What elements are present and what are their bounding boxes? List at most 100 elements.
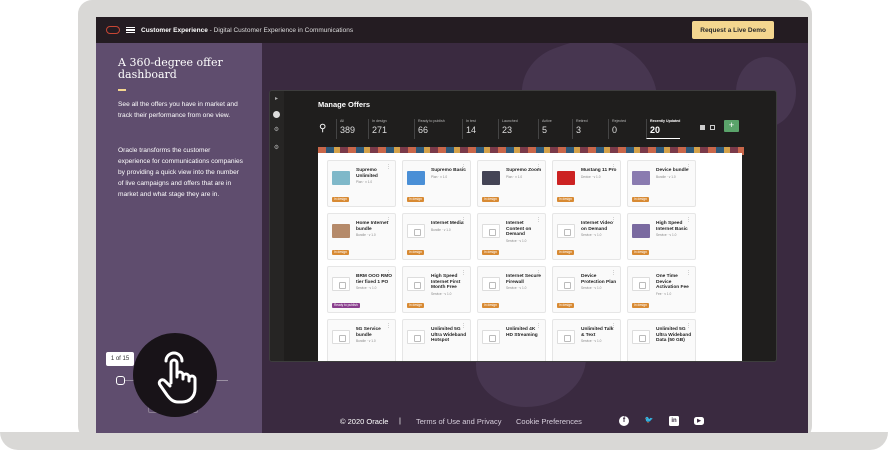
offer-thumbnail bbox=[632, 330, 650, 344]
offer-card[interactable]: Supremo Unlimited Plan · v 1.0 ⋮ In design bbox=[327, 160, 396, 207]
status-filter-8[interactable]: Recently Updated 20 bbox=[646, 119, 681, 139]
status-filter-5[interactable]: Active 5 bbox=[538, 119, 552, 139]
offer-card[interactable]: Internet Secure Firewall Service · v 1.0 ⋮… bbox=[477, 266, 546, 313]
panel-paragraph: See all the offers you have in market an… bbox=[118, 101, 238, 119]
add-offer-button[interactable]: + bbox=[724, 120, 739, 132]
twitter-icon[interactable]: 🐦 bbox=[644, 416, 654, 426]
more-options-icon[interactable]: ⋮ bbox=[386, 164, 391, 170]
grid-view-icon[interactable] bbox=[700, 125, 705, 130]
offer-thumbnail bbox=[632, 224, 650, 238]
more-options-icon[interactable]: ⋮ bbox=[386, 323, 391, 329]
offer-name: Internet Secure Firewall Service · v 1.0 bbox=[506, 274, 541, 291]
list-view-icon[interactable] bbox=[710, 125, 715, 130]
offer-meta: Service · v 1.0 bbox=[506, 238, 527, 243]
more-options-icon[interactable]: ⋮ bbox=[386, 270, 391, 276]
more-options-icon[interactable]: ⋮ bbox=[461, 164, 466, 170]
progress-dot[interactable] bbox=[116, 376, 125, 385]
status-filter-7[interactable]: Rejected 0 bbox=[608, 119, 626, 139]
tap-hint bbox=[133, 333, 217, 417]
settings-icon[interactable]: ⚙ bbox=[273, 127, 280, 134]
status-filter-6[interactable]: Retired 3 bbox=[572, 119, 588, 139]
offer-card[interactable]: Unlimited 5G Ultra Wideband Hotspot ⋮ bbox=[402, 319, 471, 361]
status-badge: In design bbox=[482, 250, 499, 255]
more-options-icon[interactable]: ⋮ bbox=[686, 217, 691, 223]
offer-name: Internet Content on Demand Service · v 1.… bbox=[506, 221, 542, 244]
more-options-icon[interactable]: ⋮ bbox=[611, 217, 616, 223]
offer-thumbnail bbox=[557, 330, 575, 344]
expand-icon[interactable]: ▸ bbox=[273, 96, 280, 103]
offer-card[interactable]: Internet Content on Demand Service · v 1.… bbox=[477, 213, 546, 260]
terms-link[interactable]: Terms of Use and Privacy bbox=[416, 417, 501, 426]
offer-meta: Service · v 1.0 bbox=[581, 233, 602, 238]
more-options-icon[interactable]: ⋮ bbox=[536, 270, 541, 276]
offer-card[interactable]: High Speed Internet First Month Free Serv… bbox=[402, 266, 471, 313]
offer-card[interactable]: Internet Video on Demand Service · v 1.0 ⋮… bbox=[552, 213, 621, 260]
offer-name: High Speed Internet Basic Service · v 1.0 bbox=[656, 221, 692, 239]
hamburger-menu-icon[interactable] bbox=[126, 26, 135, 34]
offer-thumbnail bbox=[407, 224, 425, 238]
offer-name: 5G Service bundle Bundle · v 1.0 bbox=[356, 327, 392, 345]
top-nav: Customer Experience - Digital Customer E… bbox=[96, 17, 808, 43]
search-icon[interactable]: ⚲ bbox=[319, 123, 326, 134]
offer-card[interactable]: Unlimited Talk & Text Service · v 1.0 ⋮ bbox=[552, 319, 621, 361]
status-filter-1[interactable]: In design 271 bbox=[368, 119, 387, 139]
more-options-icon[interactable]: ⋮ bbox=[686, 323, 691, 329]
offer-meta: Plan · v 1.0 bbox=[431, 174, 448, 179]
app-sidebar: ▸ ⚙ ⚙ bbox=[270, 91, 284, 361]
status-filter-4[interactable]: Launched 23 bbox=[498, 119, 518, 139]
status-filter-3[interactable]: In test 14 bbox=[462, 119, 476, 139]
offer-card[interactable]: Supremo Basic Plan · v 1.0 ⋮ In design bbox=[402, 160, 471, 207]
offer-meta: Service · v 1.0 bbox=[431, 291, 452, 296]
more-options-icon[interactable]: ⋮ bbox=[386, 217, 391, 223]
more-options-icon[interactable]: ⋮ bbox=[461, 217, 466, 223]
more-options-icon[interactable]: ⋮ bbox=[686, 164, 691, 170]
offers-nav-icon[interactable] bbox=[273, 111, 280, 118]
more-options-icon[interactable]: ⋮ bbox=[611, 164, 616, 170]
offer-card[interactable]: Mustang 11 Pro Device · v 1.0 ⋮ In design bbox=[552, 160, 621, 207]
more-options-icon[interactable]: ⋮ bbox=[536, 164, 541, 170]
more-options-icon[interactable]: ⋮ bbox=[461, 323, 466, 329]
more-options-icon[interactable]: ⋮ bbox=[536, 323, 541, 329]
offer-name: Supremo Unlimited Plan · v 1.0 bbox=[356, 168, 392, 186]
offer-card[interactable]: Device bundle Bundle · v 1.0 ⋮ In design bbox=[627, 160, 696, 207]
cookie-preferences-link[interactable]: Cookie Preferences bbox=[516, 417, 582, 426]
linkedin-icon[interactable]: in bbox=[669, 416, 679, 426]
offer-meta: Bundle · v 1.0 bbox=[356, 233, 376, 238]
more-options-icon[interactable]: ⋮ bbox=[461, 270, 466, 276]
offer-thumbnail bbox=[407, 171, 425, 185]
request-demo-button[interactable]: Request a Live Demo bbox=[692, 21, 774, 39]
footer: © 2020 Oracle | Terms of Use and Privacy… bbox=[262, 413, 808, 433]
copyright-text: © 2020 Oracle bbox=[340, 417, 389, 426]
offer-card[interactable]: Home Internet bundle Bundle · v 1.0 ⋮ In de… bbox=[327, 213, 396, 260]
more-options-icon[interactable]: ⋮ bbox=[611, 270, 616, 276]
oracle-logo-icon[interactable] bbox=[106, 26, 120, 34]
more-options-icon[interactable]: ⋮ bbox=[536, 217, 541, 223]
offer-card[interactable]: High Speed Internet Basic Service · v 1.0… bbox=[627, 213, 696, 260]
gear-icon[interactable]: ⚙ bbox=[273, 145, 280, 152]
offer-card[interactable]: BRM OOO RMO tier fixed 1 PO Service · v 1… bbox=[327, 266, 396, 313]
offer-meta: Plan · v 1.0 bbox=[356, 180, 373, 185]
offer-name: Home Internet bundle Bundle · v 1.0 bbox=[356, 221, 392, 239]
offer-name: High Speed Internet First Month Free Serv… bbox=[431, 274, 467, 297]
status-badge: In design bbox=[332, 250, 349, 255]
offer-card[interactable]: Supremo Zoom Plan · v 1.0 ⋮ In design bbox=[477, 160, 546, 207]
offer-card[interactable]: Internet Media Bundle · v 1.0 ⋮ In design bbox=[402, 213, 471, 260]
status-filter-count: 23 bbox=[502, 125, 513, 135]
offer-name: Unlimited 5G Ultra Wideband Data (50 GB) bbox=[656, 327, 692, 344]
offer-card[interactable]: 5G Service bundle Bundle · v 1.0 ⋮ bbox=[327, 319, 396, 361]
accent-rule bbox=[118, 89, 126, 91]
offer-card[interactable]: Unlimited 5G Ultra Wideband Data (50 GB)… bbox=[627, 319, 696, 361]
offer-card[interactable]: One Time Device Activation Fee Fee · v 1.… bbox=[627, 266, 696, 313]
status-filter-0[interactable]: All 389 bbox=[336, 119, 355, 139]
youtube-icon[interactable]: ▶ bbox=[694, 417, 704, 425]
offer-name: One Time Device Activation Fee Fee · v 1.… bbox=[656, 274, 692, 297]
status-filter-2[interactable]: Ready to publish 66 bbox=[414, 119, 445, 139]
offer-meta: Service · v 1.0 bbox=[656, 233, 677, 238]
status-filter-label: Active bbox=[542, 119, 552, 123]
more-options-icon[interactable]: ⋮ bbox=[611, 323, 616, 329]
more-options-icon[interactable]: ⋮ bbox=[686, 270, 691, 276]
offer-card[interactable]: Unlimited 4K HD Streaming ⋮ bbox=[477, 319, 546, 361]
offer-card[interactable]: Device Protection Plan Service · v 1.0 ⋮ In… bbox=[552, 266, 621, 313]
facebook-icon[interactable]: f bbox=[619, 416, 629, 426]
offer-thumbnail bbox=[557, 224, 575, 238]
